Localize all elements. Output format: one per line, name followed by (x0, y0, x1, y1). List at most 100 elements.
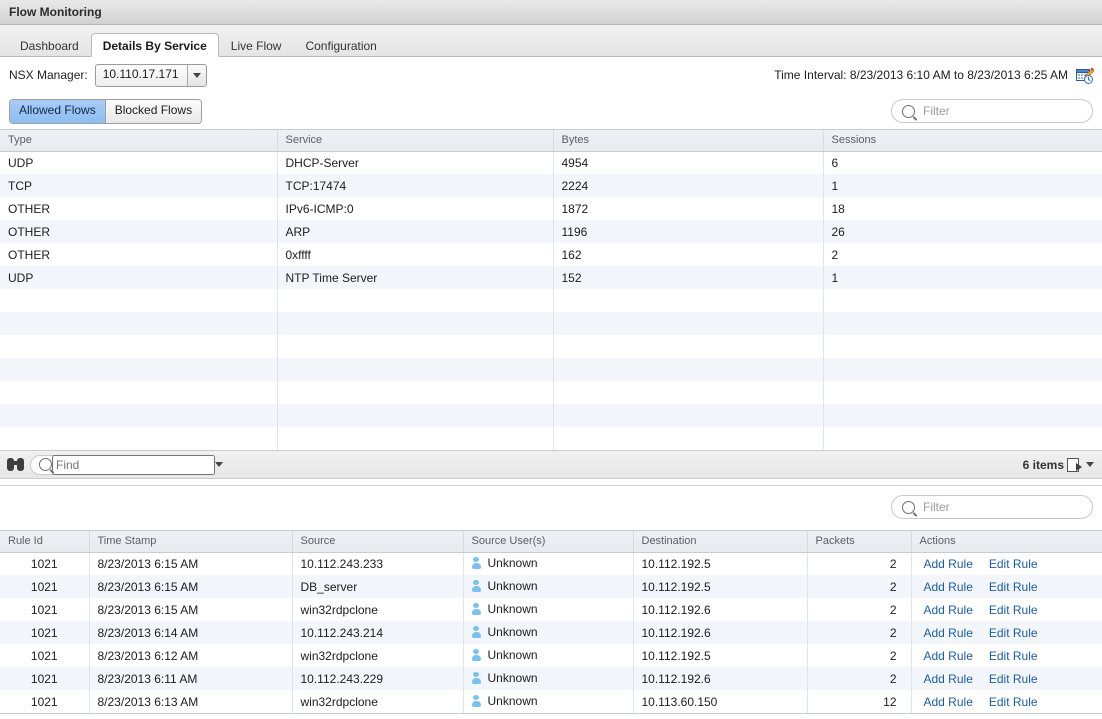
table-row-empty (0, 358, 1102, 381)
column-header-source-users[interactable]: Source User(s) (463, 531, 634, 553)
cell-destination: 10.113.60.150 (633, 690, 808, 713)
cell-type: OTHER (0, 243, 278, 266)
table-row[interactable]: 1021 8/23/2013 6:15 AM win32rdpclone Unknow… (0, 598, 1102, 621)
column-header-destination[interactable]: Destination (633, 531, 808, 553)
cell-service: ARP (277, 220, 554, 243)
nsx-manager-selected-value: 10.110.17.171 (102, 66, 179, 81)
column-header-packets[interactable]: Packets (807, 531, 912, 553)
search-icon (902, 500, 915, 514)
column-header-rule-id[interactable]: Rule Id (0, 531, 90, 553)
flows-filter-input[interactable] (915, 500, 1082, 514)
table-row[interactable]: 1021 8/23/2013 6:11 AM 10.112.243.229 Unkno… (0, 667, 1102, 690)
column-header-time-stamp[interactable]: Time Stamp (89, 531, 293, 553)
cell-packets: 12 (807, 690, 912, 713)
edit-rule-link[interactable]: Edit Rule (989, 695, 1038, 709)
tab-live-flow[interactable]: Live Flow (219, 33, 294, 57)
cell-empty (553, 312, 824, 335)
cell-source: win32rdpclone (292, 598, 464, 621)
cell-source: 10.112.243.233 (292, 552, 464, 575)
flow-type-toggle-group: Allowed Flows Blocked Flows (9, 98, 203, 124)
find-box[interactable] (30, 454, 223, 475)
cell-bytes: 152 (553, 266, 824, 289)
services-filter-input[interactable] (915, 104, 1082, 118)
edit-rule-link[interactable]: Edit Rule (989, 672, 1038, 686)
tab-configuration[interactable]: Configuration (293, 33, 388, 57)
edit-rule-link[interactable]: Edit Rule (989, 649, 1038, 663)
calendar-edit-icon[interactable] (1076, 67, 1095, 84)
export-button[interactable] (1067, 457, 1094, 472)
allowed-flows-button[interactable]: Allowed Flows (10, 99, 105, 123)
cell-packets: 2 (807, 644, 912, 667)
flows-table-header-row: Rule Id Time Stamp Source Source User(s)… (0, 531, 1102, 553)
table-row[interactable]: OTHER IPv6-ICMP:0 1872 18 (0, 197, 1102, 220)
cell-sessions: 1 (831, 178, 839, 193)
cell-destination: 10.112.192.5 (633, 575, 808, 598)
table-row[interactable]: 1021 8/23/2013 6:14 AM 10.112.243.214 Unkno… (0, 621, 1102, 644)
services-filter-box[interactable] (891, 99, 1093, 123)
add-rule-link[interactable]: Add Rule (924, 557, 973, 571)
cell-empty (823, 289, 1102, 312)
cell-packets: 2 (807, 575, 912, 598)
cell-service: 0xffff (277, 243, 554, 266)
add-rule-link[interactable]: Add Rule (924, 580, 973, 594)
cell-source: win32rdpclone (292, 644, 464, 667)
edit-rule-link[interactable]: Edit Rule (989, 626, 1038, 640)
blocked-flows-button[interactable]: Blocked Flows (104, 99, 202, 123)
table-row[interactable]: 1021 8/23/2013 6:13 AM win32rdpclone Unknow… (0, 690, 1102, 713)
column-header-service[interactable]: Service (277, 130, 554, 152)
flows-toolbar: Allowed Flows Blocked Flows (0, 93, 1102, 129)
export-icon (1067, 457, 1082, 472)
window-title-bar: Flow Monitoring (0, 0, 1102, 25)
column-header-sessions[interactable]: Sessions (823, 130, 1102, 152)
tab-details-by-service[interactable]: Details By Service (90, 33, 219, 57)
table-row[interactable]: UDP DHCP-Server 4954 6 (0, 151, 1102, 174)
chevron-down-icon[interactable] (215, 462, 223, 467)
add-rule-link[interactable]: Add Rule (924, 626, 973, 640)
cell-empty (0, 289, 278, 312)
cell-empty (0, 358, 278, 381)
table-row[interactable]: OTHER 0xffff 162 2 (0, 243, 1102, 266)
flows-filter-box[interactable] (891, 495, 1093, 519)
table-row[interactable]: 1021 8/23/2013 6:15 AM 10.112.243.233 Unkno… (0, 552, 1102, 575)
cell-source-user: Unknown (463, 621, 634, 644)
edit-rule-link[interactable]: Edit Rule (989, 557, 1038, 571)
cell-destination: 10.112.192.5 (633, 552, 808, 575)
chevron-down-icon (186, 64, 206, 86)
cell-rule-id: 1021 (0, 598, 90, 621)
tab-dashboard[interactable]: Dashboard (8, 33, 91, 57)
cell-source: DB_server (292, 575, 464, 598)
cell-empty (553, 358, 824, 381)
cell-source-user: Unknown (463, 690, 634, 713)
column-header-actions[interactable]: Actions (911, 531, 1102, 553)
time-interval-label: Time Interval: 8/23/2013 6:10 AM to 8/23… (774, 68, 1068, 82)
column-header-bytes[interactable]: Bytes (553, 130, 824, 152)
cell-time-stamp: 8/23/2013 6:12 AM (89, 644, 293, 667)
user-icon (471, 671, 481, 684)
cell-empty (277, 358, 554, 381)
add-rule-link[interactable]: Add Rule (924, 603, 973, 617)
nsx-manager-select[interactable]: 10.110.17.171 (94, 63, 207, 87)
cell-source-user: Unknown (463, 598, 634, 621)
add-rule-link[interactable]: Add Rule (924, 672, 973, 686)
add-rule-link[interactable]: Add Rule (924, 695, 973, 709)
column-header-type[interactable]: Type (0, 130, 278, 152)
table-row[interactable]: OTHER ARP 1196 26 (0, 220, 1102, 243)
binoculars-icon[interactable] (7, 458, 24, 471)
edit-rule-link[interactable]: Edit Rule (989, 580, 1038, 594)
table-row[interactable]: 1021 8/23/2013 6:12 AM win32rdpclone Unknow… (0, 644, 1102, 667)
add-rule-link[interactable]: Add Rule (924, 649, 973, 663)
find-input[interactable] (52, 454, 215, 475)
cell-empty (553, 335, 824, 358)
chevron-down-icon (1086, 462, 1094, 467)
table-row[interactable]: TCP TCP:17474 2224 1 (0, 174, 1102, 197)
edit-rule-link[interactable]: Edit Rule (989, 603, 1038, 617)
search-icon (902, 104, 915, 118)
column-header-source[interactable]: Source (292, 531, 464, 553)
table-row[interactable]: 1021 8/23/2013 6:15 AM DB_server Unknown 10.… (0, 575, 1102, 598)
cell-empty (0, 381, 278, 404)
table-row[interactable]: UDP NTP Time Server 152 1 (0, 266, 1102, 289)
table-row-empty (0, 312, 1102, 335)
cell-source-user: Unknown (463, 575, 634, 598)
cell-sessions: 1 (831, 270, 839, 285)
cell-packets: 2 (807, 552, 912, 575)
